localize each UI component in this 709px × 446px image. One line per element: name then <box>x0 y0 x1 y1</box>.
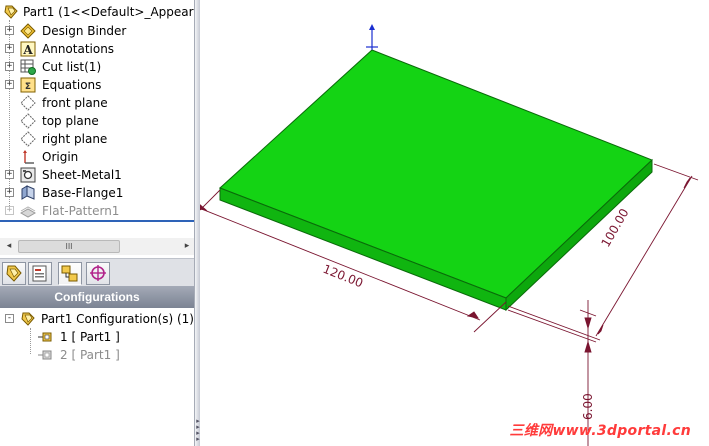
left-panel: Part1 (1<<Default>_Appearar + Design Bin… <box>0 0 194 446</box>
sheet-metal-icon <box>20 167 36 183</box>
expand-toggle[interactable]: + <box>5 170 14 179</box>
tree-item-top-plane[interactable]: top plane <box>0 112 194 130</box>
tree-item-label: Origin <box>42 150 79 164</box>
expand-toggle[interactable]: + <box>5 26 14 35</box>
tree-item-label: Base-Flange1 <box>42 186 124 200</box>
configuration-icon <box>38 347 54 363</box>
configuration-item-1[interactable]: 1 [ Part1 ] <box>30 328 190 346</box>
expand-toggle[interactable]: + <box>5 62 14 71</box>
annotations-icon: A <box>20 41 36 57</box>
property-manager-icon <box>32 265 47 282</box>
tree-item-label: Design Binder <box>42 24 127 38</box>
tree-item-label: Annotations <box>42 42 115 56</box>
scroll-thumb[interactable]: III <box>18 240 120 253</box>
cut-list-icon <box>20 59 36 75</box>
tree-item-sheet-metal[interactable]: + Sheet-Metal1 <box>0 166 194 184</box>
configuration-tree: - Part1 Configuration(s) (1) 1 [ Part1 ]… <box>0 308 194 446</box>
manager-tabs <box>0 258 194 286</box>
tree-item-front-plane[interactable]: front plane <box>0 94 194 112</box>
configuration-manager-icon <box>61 265 78 282</box>
configuration-icon <box>38 329 54 345</box>
tree-item-right-plane[interactable]: right plane <box>0 130 194 148</box>
dimension-thickness-text[interactable]: 6.00 <box>581 393 595 420</box>
configuration-item-label: 2 [ Part1 ] <box>60 348 120 362</box>
tree-item-annotations[interactable]: + A Annotations <box>0 40 194 58</box>
graphics-area[interactable]: 120.00 100.00 6.00 三维网www.3dportal.cn <box>200 0 709 446</box>
tree-item-label: Sheet-Metal1 <box>42 168 122 182</box>
plane-icon <box>20 113 36 129</box>
tree-item-label: top plane <box>42 114 99 128</box>
feature-manager-tree: Part1 (1<<Default>_Appearar + Design Bin… <box>0 0 194 220</box>
plane-icon <box>20 131 36 147</box>
watermark-text: 三维网www.3dportal.cn <box>509 423 691 439</box>
tree-item-flat-pattern[interactable]: + Flat-Pattern1 <box>0 202 194 220</box>
scroll-left-arrow[interactable]: ◂ <box>2 238 16 255</box>
tree-item-label: front plane <box>42 96 108 110</box>
part-icon <box>20 311 36 327</box>
svg-text:A: A <box>22 43 33 57</box>
expand-toggle[interactable]: + <box>5 44 14 53</box>
plate-top-face[interactable] <box>219 49 653 299</box>
equations-icon: Σ <box>20 77 36 93</box>
part-icon <box>3 4 19 20</box>
tree-item-label: right plane <box>42 132 108 146</box>
expand-toggle[interactable]: + <box>5 206 14 215</box>
dimxpert-manager-icon <box>90 265 106 281</box>
tree-rollback-bar[interactable] <box>0 220 194 222</box>
property-manager-tab[interactable] <box>28 262 52 285</box>
expand-toggle[interactable]: + <box>5 80 14 89</box>
plane-icon <box>20 95 36 111</box>
tree-item-design-binder[interactable]: + Design Binder <box>0 22 194 40</box>
expand-toggle[interactable]: + <box>5 188 14 197</box>
origin-triad-icon <box>366 24 378 50</box>
tree-item-label: Cut list(1) <box>42 60 102 74</box>
tree-item-origin[interactable]: Origin <box>0 148 194 166</box>
origin-icon <box>20 149 36 165</box>
feature-manager-icon <box>6 265 22 282</box>
flat-pattern-icon <box>19 203 37 219</box>
configuration-manager-tab[interactable] <box>58 262 82 285</box>
feature-manager-tab[interactable] <box>2 262 26 285</box>
base-flange-icon <box>20 185 36 201</box>
tree-item-cut-list[interactable]: + Cut list(1) <box>0 58 194 76</box>
configuration-root[interactable]: - Part1 Configuration(s) (1) <box>0 310 194 328</box>
tree-item-equations[interactable]: + Σ Equations <box>0 76 194 94</box>
sheet-metal-plate[interactable] <box>219 49 653 312</box>
tree-root-label: Part1 (1<<Default>_Appearar <box>23 5 194 19</box>
horizontal-scrollbar[interactable]: ◂ III ▸ <box>0 238 194 255</box>
design-binder-icon <box>20 23 36 39</box>
configuration-root-label: Part1 Configuration(s) (1) <box>41 312 194 326</box>
dimension-length-text[interactable]: 120.00 <box>321 262 365 291</box>
scroll-right-arrow[interactable]: ▸ <box>180 238 194 255</box>
configurations-header: Configurations <box>0 286 194 308</box>
tree-item-base-flange[interactable]: + Base-Flange1 <box>0 184 194 202</box>
svg-text:Σ: Σ <box>25 82 31 92</box>
configuration-item-label: 1 [ Part1 ] <box>60 330 120 344</box>
collapse-toggle[interactable]: - <box>5 314 14 323</box>
dimxpert-manager-tab[interactable] <box>86 262 110 285</box>
tree-item-label: Flat-Pattern1 <box>42 204 120 218</box>
configuration-item-2[interactable]: 2 [ Part1 ] <box>30 346 190 364</box>
tree-item-label: Equations <box>42 78 102 92</box>
tree-root-part1[interactable]: Part1 (1<<Default>_Appearar <box>0 3 194 21</box>
